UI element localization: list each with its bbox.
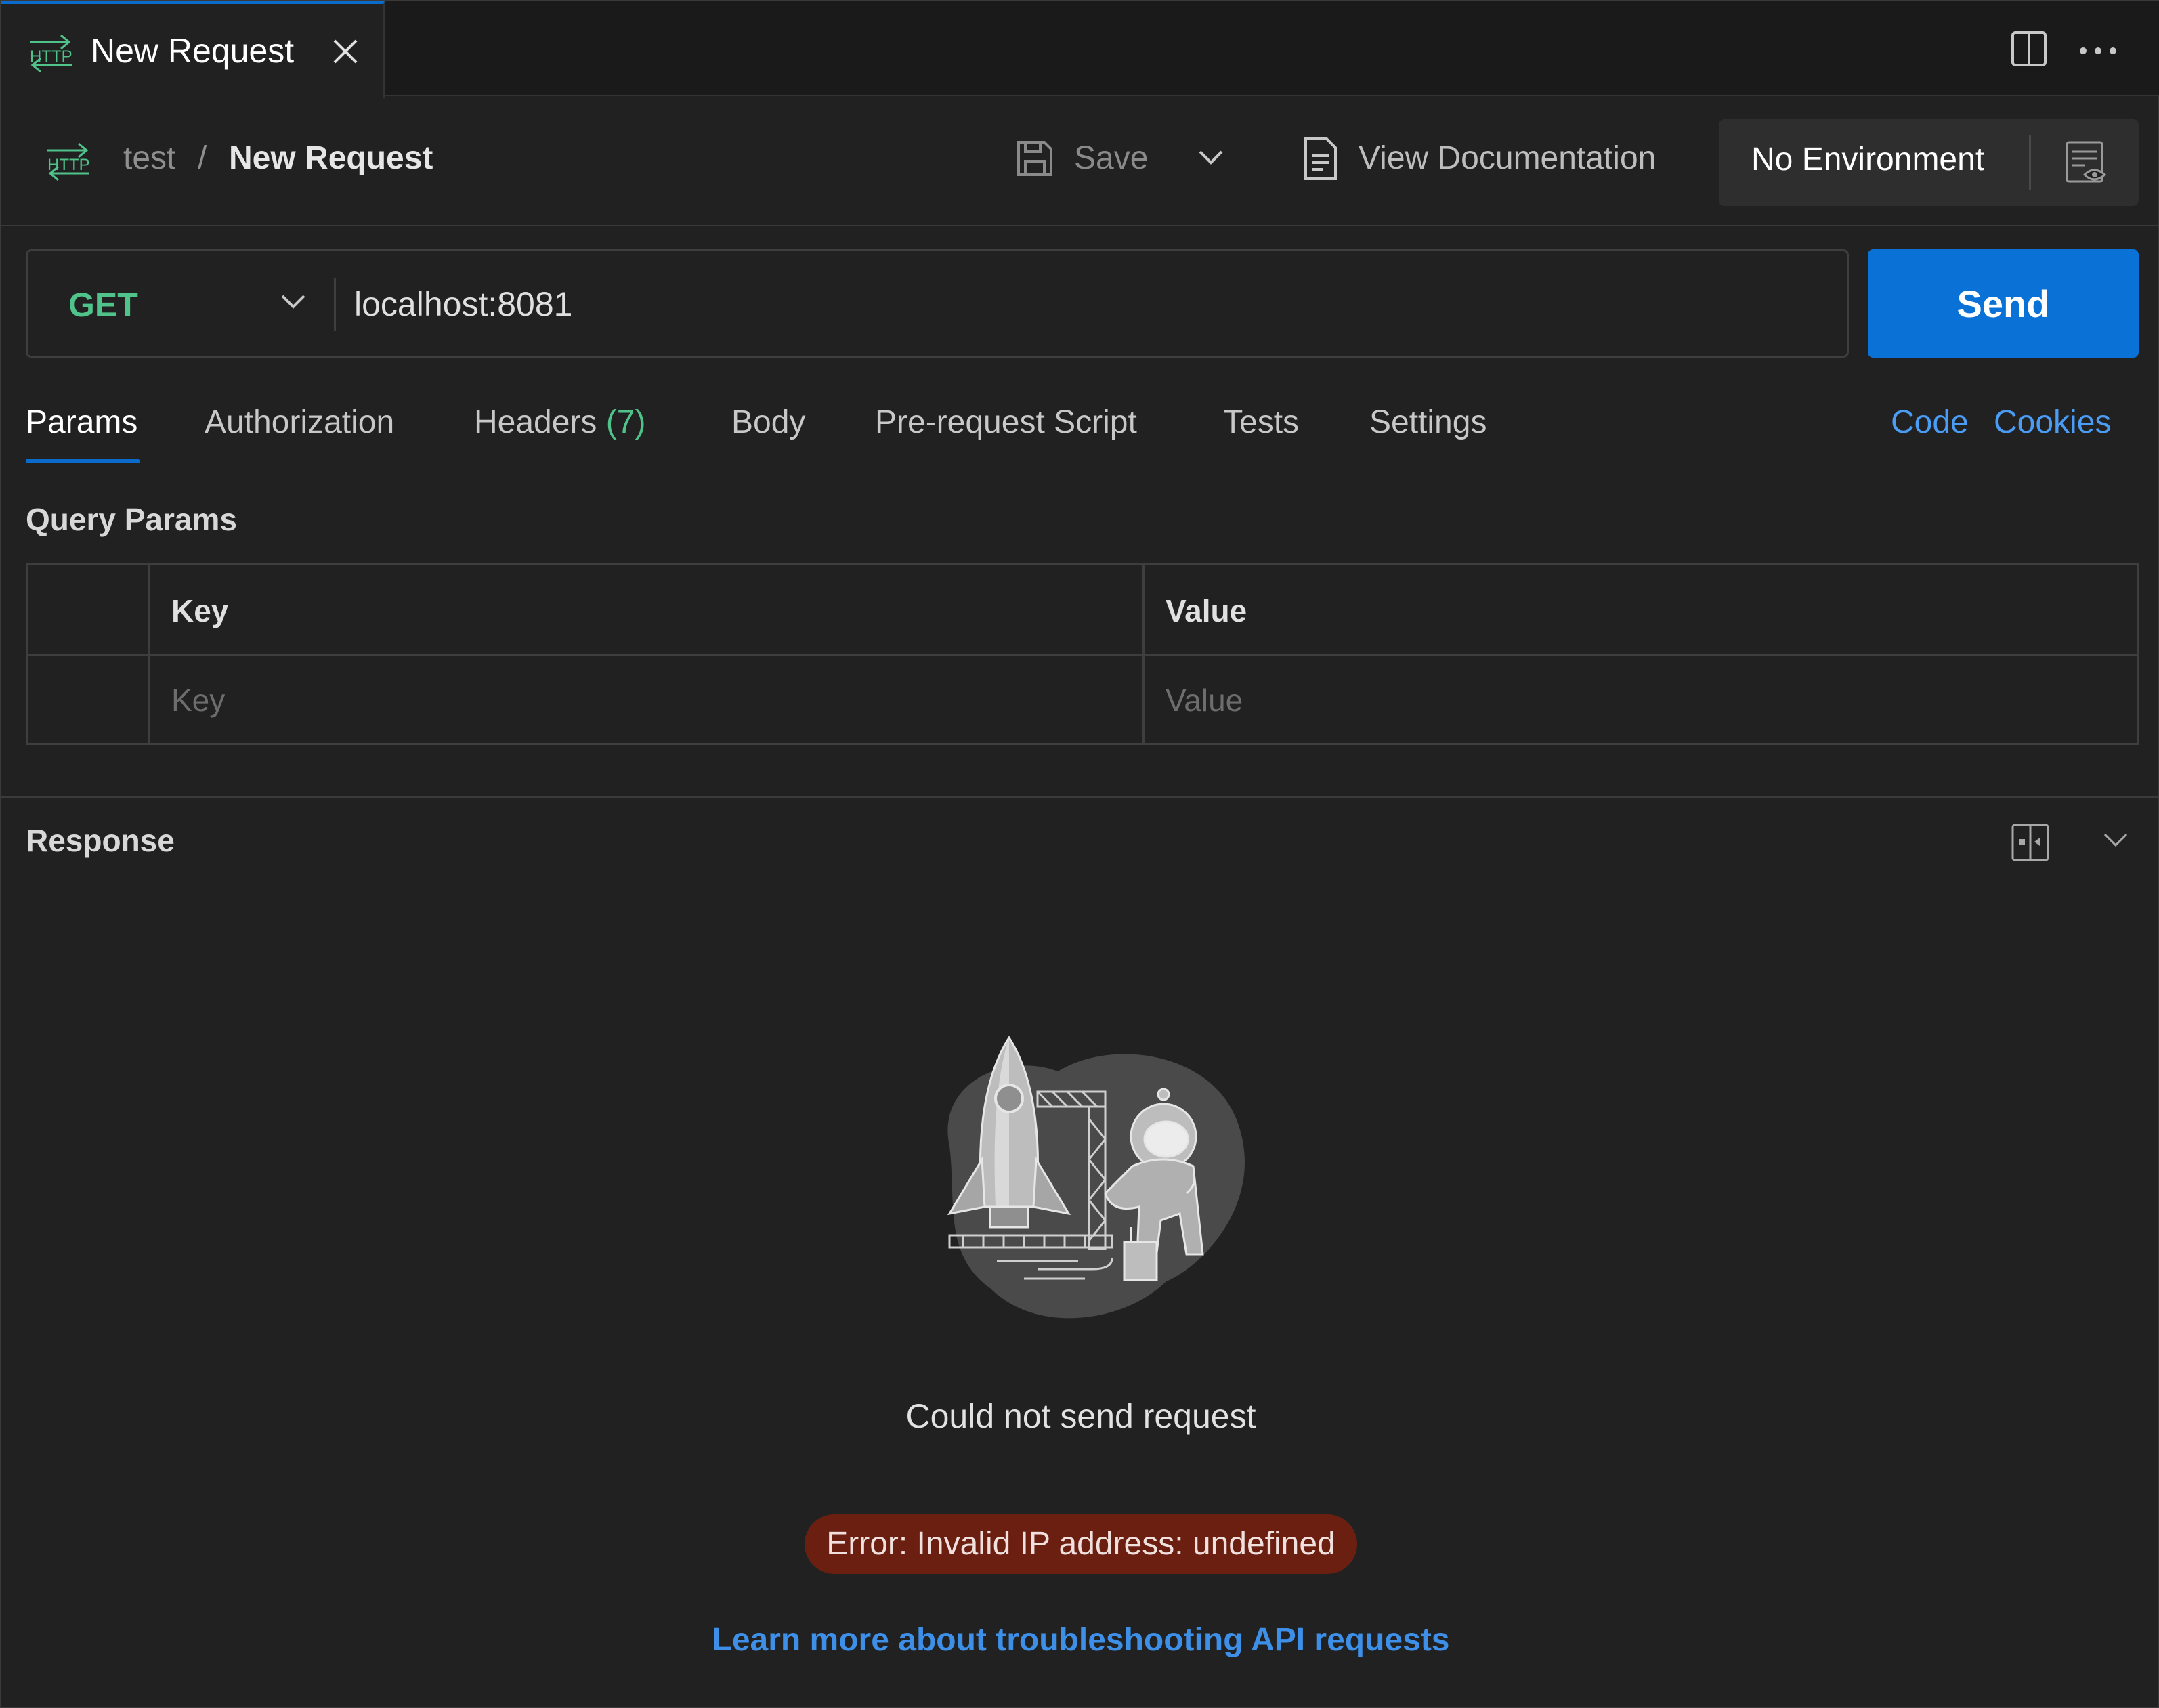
app-window: HTTP New Request HTTP test / New Request…	[0, 0, 2159, 1708]
request-tabs: Params Authorization Headers (7) Body Pr…	[1, 394, 2159, 469]
save-button[interactable]: Save	[1074, 140, 1148, 177]
column-header-value: Value	[1166, 593, 1247, 628]
document-icon[interactable]	[1303, 135, 1338, 185]
close-icon[interactable]	[330, 37, 360, 70]
breadcrumb-collection[interactable]: test	[123, 140, 175, 177]
tab-strip: HTTP New Request	[1, 1, 2159, 98]
active-tab-indicator	[26, 459, 140, 463]
request-header: HTTP test / New Request Save View Docume…	[1, 98, 2159, 226]
divider	[2029, 135, 2031, 190]
more-options-icon[interactable]	[2079, 46, 2117, 58]
svg-text:HTTP: HTTP	[30, 47, 72, 66]
tab-body[interactable]: Body	[731, 404, 805, 441]
send-button[interactable]: Send	[1868, 249, 2139, 358]
view-documentation-button[interactable]: View Documentation	[1359, 140, 1656, 177]
url-bar: GET	[26, 249, 1849, 358]
save-icon[interactable]	[1014, 138, 1055, 182]
tab-new-request[interactable]: HTTP New Request	[1, 1, 385, 98]
troubleshooting-link[interactable]: Learn more about troubleshooting API req…	[1, 1621, 2159, 1659]
breadcrumb-separator: /	[198, 140, 207, 176]
rocket-astronaut-illustration	[909, 1024, 1247, 1339]
chevron-down-icon[interactable]	[2102, 832, 2129, 853]
response-error-message: Could not send request	[905, 1397, 1256, 1435]
table-divider	[28, 654, 2137, 656]
http-icon: HTTP	[45, 141, 92, 185]
tab-headers[interactable]: Headers (7)	[474, 404, 645, 441]
column-header-key: Key	[171, 593, 229, 628]
tab-settings[interactable]: Settings	[1369, 404, 1487, 441]
error-badge: Error: Invalid IP address: undefined	[805, 1514, 1357, 1574]
split-view-icon[interactable]	[2010, 30, 2048, 71]
chevron-down-icon[interactable]	[1197, 149, 1224, 170]
url-input[interactable]	[354, 276, 1810, 333]
divider	[1, 796, 2159, 798]
headers-count-badge: (7)	[605, 404, 646, 440]
tab-headers-label: Headers	[474, 404, 597, 440]
tab-params[interactable]: Params	[26, 404, 137, 441]
divider	[334, 278, 336, 331]
layout-toggle-icon[interactable]	[2010, 822, 2051, 866]
key-input[interactable]: Key	[171, 682, 225, 719]
response-title: Response	[26, 823, 175, 858]
tab-title: New Request	[91, 32, 295, 70]
query-params-title: Query Params	[26, 502, 237, 537]
cookies-link[interactable]: Cookies	[1994, 404, 2111, 441]
query-params-table: Key Value Key Value	[26, 563, 2139, 745]
chevron-down-icon[interactable]	[280, 293, 307, 314]
code-link[interactable]: Code	[1891, 404, 1969, 441]
svg-text:HTTP: HTTP	[47, 156, 90, 174]
value-input[interactable]: Value	[1166, 682, 1243, 719]
error-badge-container: Error: Invalid IP address: undefined	[1, 1514, 2159, 1574]
environment-quick-look-icon[interactable]	[2064, 140, 2108, 189]
tab-authorization[interactable]: Authorization	[205, 404, 394, 441]
method-select[interactable]: GET	[68, 285, 138, 324]
breadcrumb-request-name[interactable]: New Request	[229, 140, 433, 177]
http-icon: HTTP	[27, 33, 74, 77]
tab-pre-request-script[interactable]: Pre-request Script	[875, 404, 1137, 441]
environment-label: No Environment	[1751, 142, 1985, 177]
tab-tests[interactable]: Tests	[1223, 404, 1299, 441]
environment-selector[interactable]: No Environment	[1719, 119, 2139, 206]
